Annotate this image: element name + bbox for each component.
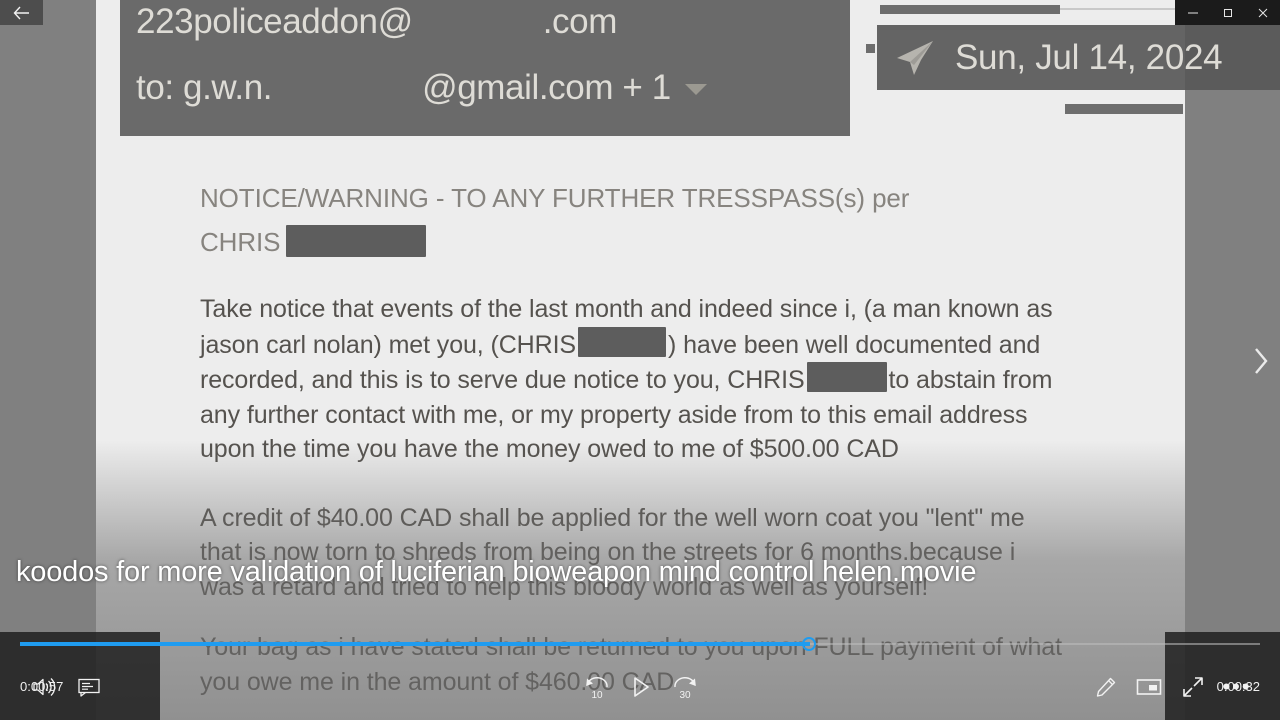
- subtitle-caption: koodos for more validation of luciferian…: [16, 556, 977, 588]
- seek-bar[interactable]: [20, 637, 1260, 651]
- video-surface[interactable]: 223policeaddon@ .com to: g.w.n. @gmail.com…: [0, 0, 1280, 720]
- email-header: 223policeaddon@ .com to: g.w.n. @gmail.com…: [120, 0, 850, 136]
- email-to-line: to: g.w.n. @gmail.com + 1: [136, 68, 707, 108]
- sent-marker-dot: [866, 44, 875, 53]
- volume-icon: [33, 678, 56, 696]
- video-player-window: 223policeaddon@ .com to: g.w.n. @gmail.com…: [0, 0, 1280, 720]
- fullscreen-button[interactable]: [1176, 670, 1210, 704]
- pencil-icon: [1096, 677, 1116, 697]
- arrow-left-icon: [13, 6, 29, 19]
- close-button[interactable]: [1246, 0, 1279, 25]
- mini-player-button[interactable]: [1132, 670, 1166, 704]
- document-paragraph-1: Take notice that events of the last mont…: [200, 292, 1062, 467]
- rewind-10-button[interactable]: 10: [580, 670, 614, 704]
- play-button[interactable]: [624, 670, 658, 704]
- redaction-block: [578, 326, 667, 357]
- email-from-address: 223policeaddon@ .com: [136, 2, 617, 42]
- mini-player-icon: [1136, 679, 1162, 695]
- email-from-suffix: .com: [542, 2, 618, 41]
- more-options-button[interactable]: •••: [1220, 670, 1254, 704]
- redaction-block: [806, 362, 887, 392]
- chevron-right-icon: [1255, 348, 1268, 374]
- closed-captions-icon: [78, 678, 100, 697]
- email-sent-chip: Sun, Jul 14, 2024: [877, 25, 1280, 90]
- toolbar-strip-top: [880, 5, 1060, 14]
- restore-button[interactable]: [1211, 0, 1244, 25]
- minimize-button[interactable]: [1176, 0, 1209, 25]
- window-controls: [1175, 0, 1280, 25]
- email-to-suffix: @gmail.com + 1: [422, 68, 671, 107]
- document-title-line1: NOTICE/WARNING - TO ANY FURTHER TRESSPAS…: [200, 183, 910, 213]
- fullscreen-icon: [1183, 677, 1203, 697]
- volume-button[interactable]: [27, 670, 61, 704]
- email-from-prefix: 223policeaddon@: [136, 2, 413, 41]
- document-title-line2: CHRIS: [200, 227, 281, 257]
- forward-30-button[interactable]: 30: [668, 670, 702, 704]
- document-title: NOTICE/WARNING - TO ANY FURTHER TRESSPAS…: [200, 176, 1062, 264]
- forward-seconds-label: 30: [679, 690, 691, 701]
- chevron-down-icon[interactable]: [684, 84, 707, 96]
- redaction-block: [286, 225, 427, 257]
- rewind-seconds-label: 10: [591, 690, 603, 701]
- seek-handle[interactable]: [802, 637, 816, 651]
- email-to-prefix: to: g.w.n.: [136, 68, 273, 107]
- edit-button[interactable]: [1089, 670, 1123, 704]
- play-icon: [634, 677, 649, 697]
- toolbar-strip-bottom: [1065, 104, 1183, 114]
- seek-progress: [20, 642, 810, 646]
- send-icon: [897, 40, 933, 75]
- minimize-icon: [1187, 12, 1198, 13]
- more-options-label: •••: [1222, 674, 1252, 699]
- email-sent-date: Sun, Jul 14, 2024: [955, 37, 1223, 77]
- next-item-button[interactable]: [1246, 344, 1276, 378]
- restore-icon: [1223, 8, 1232, 17]
- close-icon: [1258, 8, 1267, 17]
- closed-captions-button[interactable]: [72, 670, 106, 704]
- back-button[interactable]: [0, 0, 43, 25]
